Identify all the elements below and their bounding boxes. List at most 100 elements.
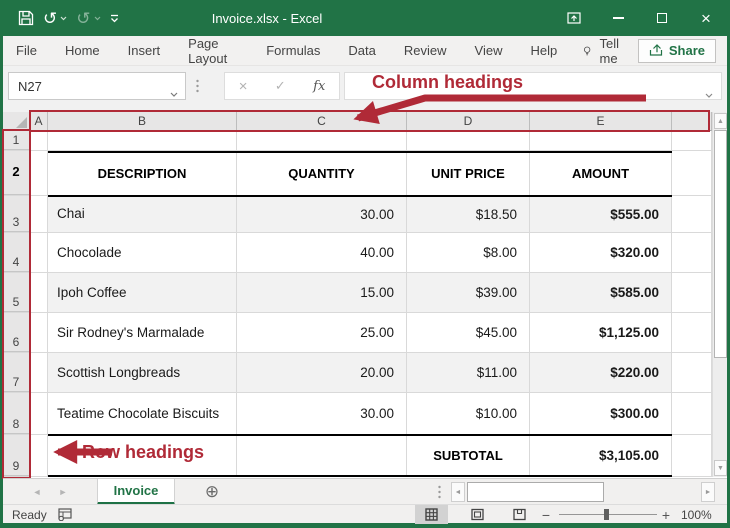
zoom-out-button[interactable]: − <box>539 505 553 524</box>
column-header-e[interactable]: E <box>530 112 672 131</box>
row-header-9[interactable]: 9 <box>3 435 30 476</box>
cell-subtotal-amount[interactable]: $3,105.00 <box>530 435 672 476</box>
formula-bar-splitter[interactable] <box>196 79 199 98</box>
row-header-1[interactable]: 1 <box>3 131 30 150</box>
scroll-down-button[interactable]: ▼ <box>714 460 727 476</box>
cell[interactable] <box>672 393 712 434</box>
cell[interactable] <box>48 131 237 150</box>
close-button[interactable]: × <box>684 0 728 36</box>
cell[interactable] <box>30 393 48 434</box>
redo-button[interactable]: ↺ <box>76 10 100 27</box>
cell-quantity[interactable]: 30.00 <box>237 196 407 232</box>
tab-page-layout[interactable]: Page Layout <box>174 36 252 66</box>
row-header-5[interactable]: 5 <box>3 273 30 312</box>
zoom-slider-thumb[interactable] <box>604 509 609 520</box>
cell-amount[interactable]: $320.00 <box>530 233 672 272</box>
cell-unit-price[interactable]: $45.00 <box>407 313 530 352</box>
save-icon[interactable] <box>18 10 34 26</box>
cell-quantity[interactable]: 40.00 <box>237 233 407 272</box>
cell-amount[interactable]: $555.00 <box>530 196 672 232</box>
cell-unit-price[interactable]: $8.00 <box>407 233 530 272</box>
cell-description[interactable]: Ipoh Coffee <box>48 273 237 312</box>
share-button[interactable]: Share <box>638 39 716 63</box>
enter-icon[interactable]: ✓ <box>275 78 286 94</box>
cell[interactable] <box>672 313 712 352</box>
cell-quantity[interactable]: 25.00 <box>237 313 407 352</box>
cell[interactable] <box>30 273 48 312</box>
row-header-2[interactable]: 2 <box>3 151 30 195</box>
row-header-8[interactable]: 8 <box>3 393 30 434</box>
customize-qat-button[interactable] <box>110 14 119 23</box>
vertical-scrollbar-thumb[interactable] <box>714 130 727 358</box>
cell[interactable] <box>672 151 712 195</box>
cell[interactable] <box>672 273 712 312</box>
row-header-7[interactable]: 7 <box>3 353 30 392</box>
tab-help[interactable]: Help <box>516 36 571 66</box>
cell[interactable] <box>30 353 48 392</box>
scroll-left-button[interactable]: ◄ <box>451 482 465 502</box>
cell-unit-price[interactable]: $39.00 <box>407 273 530 312</box>
cell-amount[interactable]: $1,125.00 <box>530 313 672 352</box>
cell[interactable] <box>30 435 48 476</box>
cell-description[interactable]: Chocolade <box>48 233 237 272</box>
row-header-6[interactable]: 6 <box>3 313 30 352</box>
header-unit-price[interactable]: UNIT PRICE <box>407 151 530 195</box>
header-description[interactable]: DESCRIPTION <box>48 151 237 195</box>
tab-review[interactable]: Review <box>390 36 461 66</box>
cell-amount[interactable]: $220.00 <box>530 353 672 392</box>
cell[interactable] <box>672 131 712 150</box>
tab-formulas[interactable]: Formulas <box>252 36 334 66</box>
cell-description[interactable]: Sir Rodney's Marmalade <box>48 313 237 352</box>
cell[interactable] <box>30 313 48 352</box>
tab-bar-splitter[interactable] <box>438 485 441 504</box>
cell-description[interactable]: Teatime Chocolate Biscuits <box>48 393 237 434</box>
cell-description[interactable]: Scottish Longbreads <box>48 353 237 392</box>
expand-formula-bar-icon[interactable] <box>705 85 713 103</box>
macro-record-icon[interactable] <box>58 508 72 524</box>
tab-home[interactable]: Home <box>51 36 114 66</box>
column-header-c[interactable]: C <box>237 112 407 131</box>
row-header-4[interactable]: 4 <box>3 233 30 272</box>
cell[interactable] <box>672 196 712 232</box>
zoom-level[interactable]: 100% <box>681 505 712 524</box>
sheet-tab-invoice[interactable]: Invoice <box>97 479 175 505</box>
cell-amount[interactable]: $585.00 <box>530 273 672 312</box>
cell-unit-price[interactable]: $11.00 <box>407 353 530 392</box>
cell[interactable] <box>30 233 48 272</box>
name-box-dropdown-icon[interactable] <box>170 85 178 100</box>
cell-quantity[interactable]: 20.00 <box>237 353 407 392</box>
cell-description[interactable]: Chai <box>48 196 237 232</box>
cell-unit-price[interactable]: $18.50 <box>407 196 530 232</box>
column-header-b[interactable]: B <box>48 112 237 131</box>
cell[interactable] <box>530 131 672 150</box>
formula-input[interactable] <box>344 72 722 100</box>
cell-amount[interactable]: $300.00 <box>530 393 672 434</box>
column-header-a[interactable]: A <box>30 112 48 131</box>
insert-function-icon[interactable]: fx <box>313 79 325 94</box>
cell-quantity[interactable]: 30.00 <box>237 393 407 434</box>
undo-button[interactable]: ↻ <box>43 10 67 27</box>
ribbon-display-options-button[interactable] <box>552 0 596 36</box>
horizontal-scrollbar-thumb[interactable] <box>467 482 604 502</box>
sheet-nav-right-button[interactable]: ► <box>53 479 73 505</box>
tab-insert[interactable]: Insert <box>114 36 175 66</box>
page-layout-view-button[interactable] <box>461 505 494 524</box>
cell[interactable] <box>407 131 530 150</box>
cell[interactable] <box>237 435 407 476</box>
maximize-button[interactable] <box>640 0 684 36</box>
name-box[interactable]: N27 <box>8 72 186 100</box>
cell-subtotal-label[interactable]: SUBTOTAL <box>407 435 530 476</box>
header-quantity[interactable]: QUANTITY <box>237 151 407 195</box>
tab-file[interactable]: File <box>3 36 51 66</box>
column-header-partial[interactable] <box>672 112 712 131</box>
normal-view-button[interactable] <box>415 505 448 524</box>
cell[interactable] <box>237 131 407 150</box>
cell-quantity[interactable]: 15.00 <box>237 273 407 312</box>
cell[interactable] <box>30 131 48 150</box>
tab-data[interactable]: Data <box>334 36 389 66</box>
cell[interactable] <box>672 233 712 272</box>
cell[interactable] <box>30 151 48 195</box>
new-sheet-button[interactable]: ⊕ <box>200 480 224 504</box>
zoom-in-button[interactable]: + <box>659 505 673 524</box>
header-amount[interactable]: AMOUNT <box>530 151 672 195</box>
